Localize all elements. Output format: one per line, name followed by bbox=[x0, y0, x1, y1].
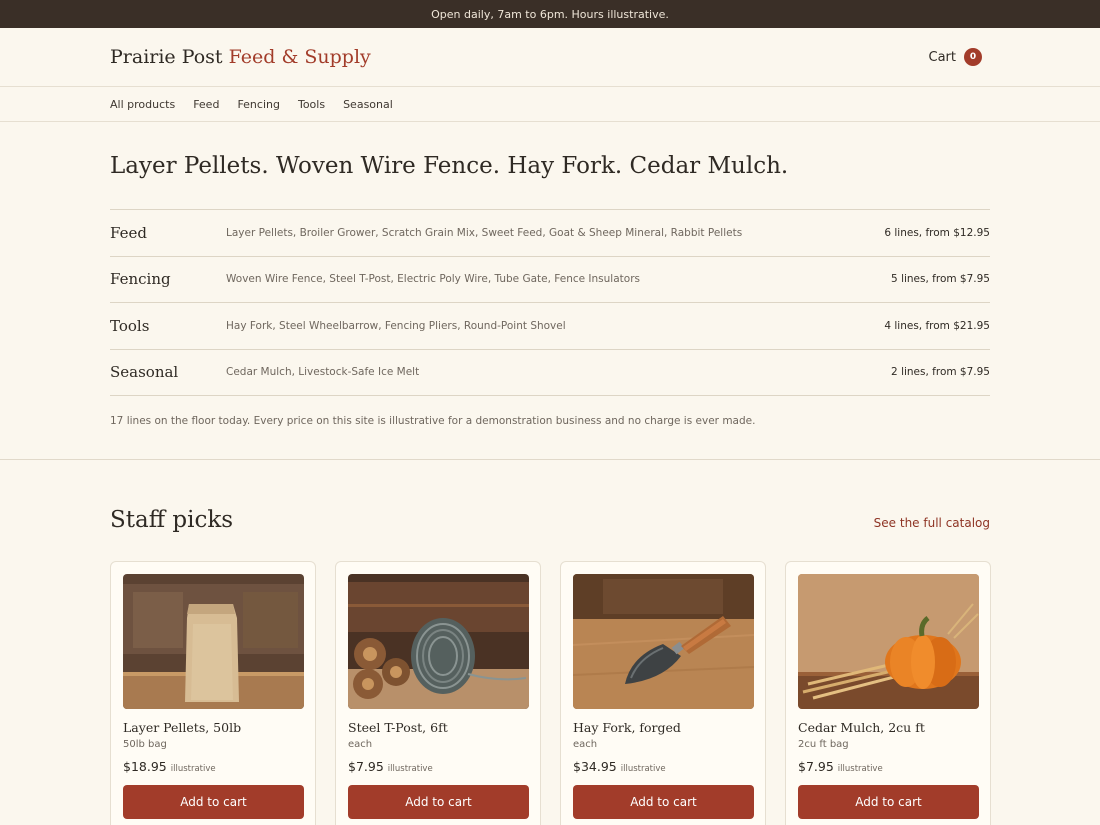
brand-logo[interactable]: Prairie Post Feed & Supply bbox=[110, 46, 371, 68]
full-catalog-link[interactable]: See the full catalog bbox=[874, 516, 990, 530]
product-grid: Layer Pellets, 50lb 50lb bag $18.95 illu… bbox=[110, 561, 991, 825]
hero-title: Layer Pellets. Woven Wire Fence. Hay For… bbox=[110, 153, 789, 179]
product-price: $18.95 bbox=[123, 759, 167, 774]
product-name[interactable]: Layer Pellets, 50lb bbox=[123, 720, 303, 735]
nav-item-all-products[interactable]: All products bbox=[110, 98, 175, 111]
price-note: illustrative bbox=[837, 764, 883, 774]
product-card: Steel T-Post, 6ft each $7.95 illustrativ… bbox=[335, 561, 541, 825]
category-name: Fencing bbox=[110, 270, 171, 289]
price-note: illustrative bbox=[620, 764, 666, 774]
site-header: Prairie Post Feed & Supply Cart 0 bbox=[0, 28, 1100, 87]
category-row-feed[interactable]: Feed Layer Pellets, Broiler Grower, Scra… bbox=[110, 210, 990, 257]
product-unit: each bbox=[573, 739, 598, 750]
nav-item-seasonal[interactable]: Seasonal bbox=[343, 98, 393, 111]
category-items: Woven Wire Fence, Steel T-Post, Electric… bbox=[226, 273, 640, 286]
main-nav: All products Feed Fencing Tools Seasonal bbox=[0, 87, 1100, 122]
product-image-hand-trowel[interactable] bbox=[573, 574, 754, 709]
product-name[interactable]: Steel T-Post, 6ft bbox=[348, 720, 528, 735]
product-price: $7.95 bbox=[798, 759, 834, 774]
product-price-row: $18.95 illustrative bbox=[123, 759, 303, 774]
product-name[interactable]: Cedar Mulch, 2cu ft bbox=[798, 720, 978, 735]
pumpkin-image bbox=[798, 574, 979, 709]
category-table: Feed Layer Pellets, Broiler Grower, Scra… bbox=[110, 209, 990, 396]
product-price: $34.95 bbox=[573, 759, 617, 774]
product-image-pumpkin[interactable] bbox=[798, 574, 979, 709]
product-unit: 2cu ft bag bbox=[798, 739, 849, 750]
nav-item-tools[interactable]: Tools bbox=[298, 98, 325, 111]
product-card: Cedar Mulch, 2cu ft 2cu ft bag $7.95 ill… bbox=[785, 561, 991, 825]
nav-item-feed[interactable]: Feed bbox=[193, 98, 219, 111]
product-unit: 50lb bag bbox=[123, 739, 167, 750]
category-meta: 6 lines, from $12.95 bbox=[884, 226, 990, 239]
announcement-bar: Open daily, 7am to 6pm. Hours illustrati… bbox=[0, 0, 1100, 28]
category-name: Feed bbox=[110, 223, 147, 242]
product-price-row: $7.95 illustrative bbox=[348, 759, 528, 774]
category-row-tools[interactable]: Tools Hay Fork, Steel Wheelbarrow, Fenci… bbox=[110, 303, 990, 350]
feed-bag-image bbox=[123, 574, 304, 709]
nav-item-fencing[interactable]: Fencing bbox=[237, 98, 280, 111]
category-meta: 5 lines, from $7.95 bbox=[891, 273, 990, 286]
category-items: Cedar Mulch, Livestock-Safe Ice Melt bbox=[226, 366, 420, 379]
product-price: $7.95 bbox=[348, 759, 384, 774]
add-to-cart-button[interactable]: Add to cart bbox=[348, 785, 529, 819]
product-image-wire-spool[interactable] bbox=[348, 574, 529, 709]
product-card: Hay Fork, forged each $34.95 illustrativ… bbox=[560, 561, 766, 825]
category-meta: 2 lines, from $7.95 bbox=[891, 366, 990, 379]
hero-section: Layer Pellets. Woven Wire Fence. Hay For… bbox=[0, 153, 1100, 427]
add-to-cart-button[interactable]: Add to cart bbox=[798, 785, 979, 819]
brand-accent: Feed & Supply bbox=[228, 46, 371, 68]
wire-spool-image bbox=[348, 574, 529, 709]
category-items: Layer Pellets, Broiler Grower, Scratch G… bbox=[226, 226, 743, 239]
category-name: Tools bbox=[110, 316, 150, 335]
staff-picks-header: Staff picks See the full catalog bbox=[110, 507, 990, 533]
hand-trowel-image bbox=[573, 574, 754, 709]
product-name[interactable]: Hay Fork, forged bbox=[573, 720, 753, 735]
category-row-fencing[interactable]: Fencing Woven Wire Fence, Steel T-Post, … bbox=[110, 257, 990, 303]
announcement-text: Open daily, 7am to 6pm. Hours illustrati… bbox=[431, 7, 669, 21]
cart-button[interactable]: Cart 0 bbox=[928, 48, 982, 66]
product-card: Layer Pellets, 50lb 50lb bag $18.95 illu… bbox=[110, 561, 316, 825]
brand-name: Prairie Post bbox=[110, 46, 223, 68]
cart-count-badge: 0 bbox=[964, 48, 982, 66]
category-name: Seasonal bbox=[110, 363, 179, 382]
staff-picks-title: Staff picks bbox=[110, 507, 234, 533]
add-to-cart-button[interactable]: Add to cart bbox=[123, 785, 304, 819]
price-note: illustrative bbox=[387, 764, 433, 774]
product-price-row: $7.95 illustrative bbox=[798, 759, 978, 774]
product-image-feed-bag[interactable] bbox=[123, 574, 304, 709]
category-meta: 4 lines, from $21.95 bbox=[884, 319, 990, 332]
price-note: illustrative bbox=[170, 764, 216, 774]
product-price-row: $34.95 illustrative bbox=[573, 759, 753, 774]
category-items: Hay Fork, Steel Wheelbarrow, Fencing Pli… bbox=[226, 319, 566, 332]
inventory-note: 17 lines on the floor today. Every price… bbox=[110, 415, 756, 427]
product-unit: each bbox=[348, 739, 373, 750]
category-row-seasonal[interactable]: Seasonal Cedar Mulch, Livestock-Safe Ice… bbox=[110, 350, 990, 396]
add-to-cart-button[interactable]: Add to cart bbox=[573, 785, 754, 819]
section-divider bbox=[0, 459, 1100, 460]
cart-label: Cart bbox=[928, 49, 957, 65]
